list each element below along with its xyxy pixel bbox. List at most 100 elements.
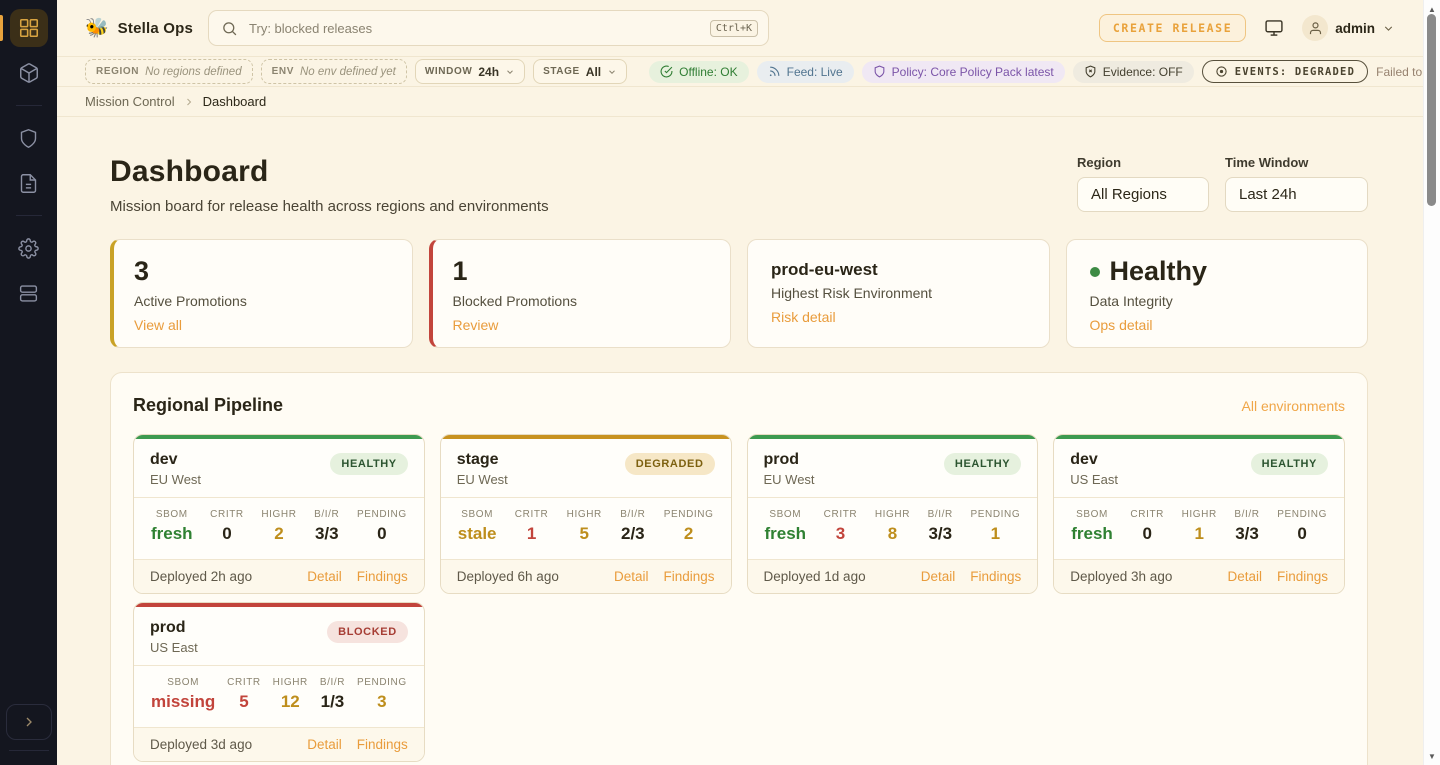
detail-link[interactable]: Detail: [1227, 569, 1262, 584]
stat-value: 3: [824, 524, 858, 544]
sidebar-item-releases[interactable]: [10, 54, 48, 92]
sidebar-item-dashboard[interactable]: [10, 9, 48, 47]
env-label: ENV: [272, 66, 294, 77]
search-input[interactable]: [247, 20, 701, 37]
create-release-button[interactable]: CREATE RELEASE: [1099, 14, 1246, 42]
all-environments-link[interactable]: All environments: [1242, 398, 1346, 414]
chip-label: Evidence: OFF: [1103, 65, 1183, 79]
stat-value: 1: [1182, 524, 1217, 544]
stat-label: HIGHR: [261, 509, 296, 520]
evidence-status-chip[interactable]: Evidence: OFF: [1073, 61, 1194, 83]
stat-label: SBOM: [458, 509, 497, 520]
sidebar-collapse-button[interactable]: [6, 704, 52, 740]
sidebar-item-documents[interactable]: [10, 164, 48, 202]
page-scrollbar[interactable]: ▲ ▼: [1423, 0, 1440, 765]
scroll-down-arrow[interactable]: ▼: [1424, 749, 1440, 763]
stat-value: 12: [273, 692, 308, 712]
environment-region: EU West: [764, 472, 815, 487]
chevron-down-icon: [505, 67, 515, 77]
status-badge: BLOCKED: [327, 621, 408, 643]
env-context-chip[interactable]: ENV No env defined yet: [261, 59, 407, 84]
findings-link[interactable]: Findings: [357, 737, 408, 752]
region-context-chip[interactable]: REGION No regions defined: [85, 59, 253, 84]
stat-value: 3/3: [928, 524, 953, 544]
scrollbar-thumb[interactable]: [1427, 14, 1436, 206]
detail-link[interactable]: Detail: [307, 569, 342, 584]
findings-link[interactable]: Findings: [1277, 569, 1328, 584]
stat-label: PENDING: [357, 509, 407, 520]
events-status-pill[interactable]: EVENTS: DEGRADED: [1202, 60, 1368, 83]
region-filter-select[interactable]: All Regions: [1077, 177, 1209, 212]
findings-link[interactable]: Findings: [970, 569, 1021, 584]
main-content: Dashboard Mission board for release heal…: [57, 117, 1423, 765]
stat-value: 1/3: [320, 692, 345, 712]
environment-name: dev: [1070, 451, 1118, 469]
stat-value: missing: [151, 692, 215, 712]
time-window-filter-select[interactable]: Last 24h: [1225, 177, 1368, 212]
shield-icon: [18, 128, 39, 149]
offline-status-chip[interactable]: Offline: OK: [649, 61, 748, 83]
monitor-icon: [1264, 18, 1284, 38]
stat-label: HIGHR: [567, 509, 602, 520]
stat-label: HIGHR: [875, 509, 910, 520]
deployed-time: Deployed 1d ago: [764, 569, 866, 584]
card-value: Healthy: [1110, 257, 1208, 287]
findings-link[interactable]: Findings: [663, 569, 714, 584]
card-label: Highest Risk Environment: [771, 285, 1026, 301]
display-mode-button[interactable]: [1264, 18, 1284, 38]
environment-name: dev: [150, 451, 201, 469]
pipeline-card: prod EU West HEALTHY SBOMfresh CRITR3 HI…: [747, 434, 1039, 594]
app-window: 🐝 Stella Ops Ctrl+K CREATE RELEASE: [0, 0, 1440, 765]
sidebar-item-settings[interactable]: [10, 229, 48, 267]
stat-value: 2/3: [620, 524, 645, 544]
policy-status-chip[interactable]: Policy: Core Policy Pack latest: [862, 61, 1065, 83]
gear-icon: [18, 238, 39, 259]
user-menu[interactable]: admin: [1302, 15, 1395, 41]
risk-detail-link[interactable]: Risk detail: [771, 309, 836, 325]
stat-label: CRITR: [515, 509, 549, 520]
review-link[interactable]: Review: [453, 317, 499, 333]
summary-cards: 3 Active Promotions View all 1 Blocked P…: [110, 239, 1368, 348]
context-bar: REGION No regions defined ENV No env def…: [57, 57, 1423, 87]
sidebar-item-infrastructure[interactable]: [10, 274, 48, 312]
time-window-filter-label: Time Window: [1225, 155, 1368, 170]
active-indicator: [0, 15, 3, 41]
window-select[interactable]: WINDOW 24h: [415, 59, 525, 84]
sidebar-divider: [16, 105, 42, 106]
stage-select[interactable]: STAGE All: [533, 59, 627, 84]
stat-label: B/I/R: [320, 677, 345, 688]
deployed-time: Deployed 3h ago: [1070, 569, 1172, 584]
findings-link[interactable]: Findings: [357, 569, 408, 584]
sidebar-divider: [9, 750, 49, 751]
dashboard-grid-icon: [18, 17, 40, 39]
environment-region: EU West: [150, 472, 201, 487]
stat-value: 0: [210, 524, 244, 544]
highest-risk-card: prod-eu-west Highest Risk Environment Ri…: [747, 239, 1050, 348]
sidebar-item-security[interactable]: [10, 119, 48, 157]
search-shortcut-badge: Ctrl+K: [710, 20, 758, 37]
stat-label: PENDING: [664, 509, 714, 520]
stage-value: All: [586, 65, 601, 79]
global-search[interactable]: Ctrl+K: [208, 10, 769, 46]
stat-value: 3/3: [1234, 524, 1259, 544]
deployed-time: Deployed 2h ago: [150, 569, 252, 584]
region-filter-label: Region: [1077, 155, 1209, 170]
card-value: 1: [453, 257, 708, 287]
events-label: EVENTS: DEGRADED: [1235, 66, 1355, 78]
stat-label: CRITR: [210, 509, 244, 520]
regional-pipeline-panel: Regional Pipeline All environments dev E…: [110, 372, 1368, 765]
package-icon: [18, 62, 40, 84]
data-integrity-card: Healthy Data Integrity Ops detail: [1066, 239, 1369, 348]
stat-label: SBOM: [151, 509, 193, 520]
stat-value: 0: [357, 524, 407, 544]
page-title: Dashboard: [110, 155, 549, 189]
ops-detail-link[interactable]: Ops detail: [1090, 317, 1153, 333]
breadcrumb-parent[interactable]: Mission Control: [85, 94, 175, 109]
detail-link[interactable]: Detail: [307, 737, 342, 752]
detail-link[interactable]: Detail: [614, 569, 649, 584]
shield-x-icon: [1084, 65, 1097, 78]
view-all-link[interactable]: View all: [134, 317, 182, 333]
card-label: Data Integrity: [1090, 293, 1345, 309]
feed-status-chip[interactable]: Feed: Live: [757, 61, 854, 83]
detail-link[interactable]: Detail: [921, 569, 956, 584]
